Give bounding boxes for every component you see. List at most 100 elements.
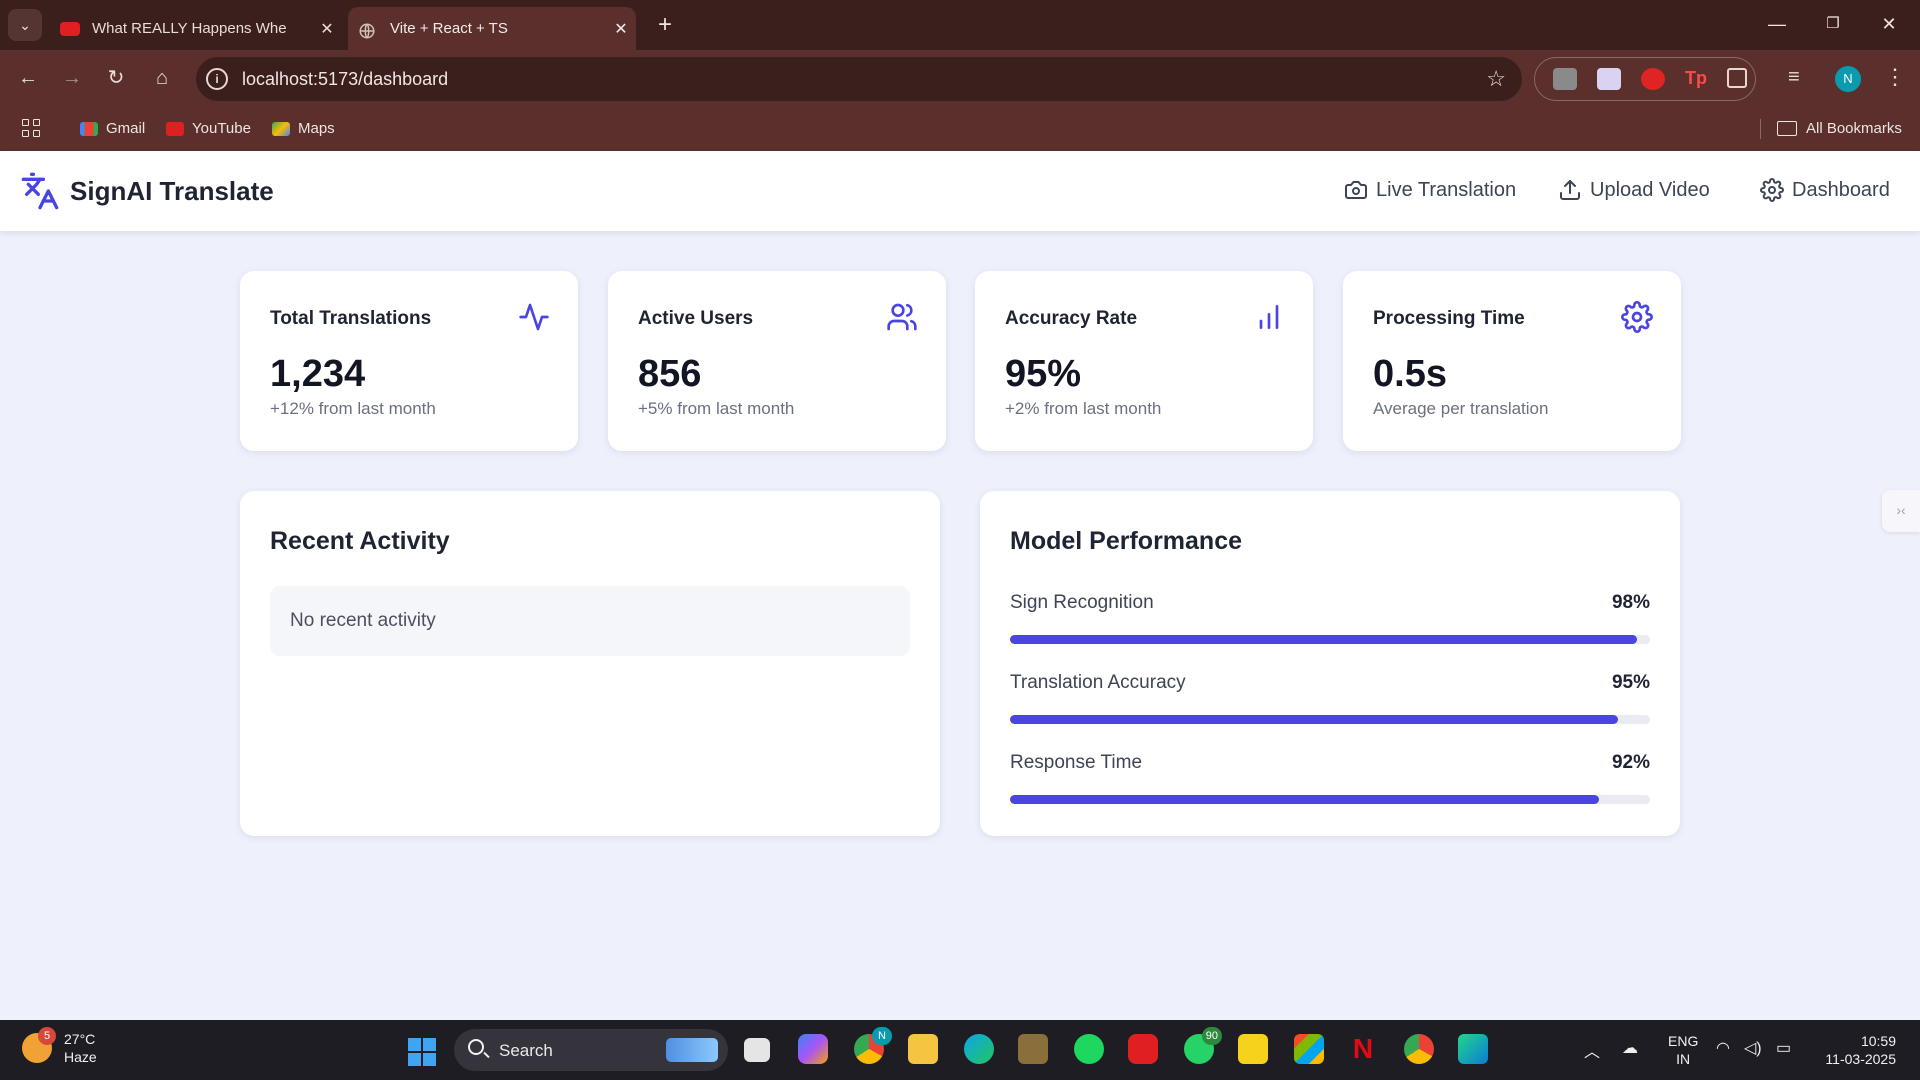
folder-icon (1777, 121, 1797, 136)
translate-icon (21, 172, 59, 210)
tab-vite-react[interactable]: Vite + React + TS ✕ (348, 7, 636, 50)
nav-live-translation[interactable]: Live Translation (1344, 178, 1516, 202)
app-header: SignAI Translate Live Translation Upload… (0, 151, 1920, 231)
metric-name: Sign Recognition (1010, 592, 1154, 613)
edge-icon[interactable] (964, 1034, 994, 1064)
language-indicator[interactable]: ENG IN (1668, 1032, 1698, 1068)
volume-icon[interactable]: ◁) (1744, 1038, 1762, 1058)
stat-card-accuracy-rate: Accuracy Rate 95% +2% from last month (975, 271, 1313, 451)
browser-menu-icon[interactable]: ⋮ (1884, 64, 1906, 90)
new-tab-button[interactable]: + (650, 9, 680, 41)
stat-value: 856 (638, 353, 702, 395)
sticky-notes-icon[interactable] (1238, 1034, 1268, 1064)
media-player-icon[interactable] (1018, 1034, 1048, 1064)
netflix-icon[interactable]: N (1348, 1034, 1378, 1064)
bookmark-label: Maps (298, 120, 335, 137)
tray-overflow-icon[interactable]: ︿ (1584, 1038, 1600, 1062)
task-view-icon[interactable] (744, 1038, 770, 1062)
tab-close-icon[interactable]: ✕ (312, 19, 342, 39)
copilot-icon[interactable] (798, 1034, 828, 1064)
tab-title: What REALLY Happens Whe (92, 20, 287, 37)
bookmark-gmail[interactable]: Gmail (80, 120, 145, 137)
nav-dashboard[interactable]: Dashboard (1760, 178, 1890, 202)
panel-title: Model Performance (1010, 527, 1243, 555)
stat-label: Active Users (638, 308, 754, 329)
clock-time: 10:59 (1860, 1033, 1896, 1049)
profile-avatar[interactable]: N (1835, 66, 1861, 92)
reload-button[interactable]: ↻ (100, 62, 132, 94)
model-performance-panel: Model Performance Sign Recognition 98% T… (980, 491, 1680, 836)
extensions-area: Tp (1534, 57, 1756, 101)
restore-button[interactable]: ❐ (1810, 8, 1856, 40)
stat-value: 1,234 (270, 353, 366, 395)
window-close-button[interactable]: ✕ (1866, 8, 1912, 40)
nav-label: Dashboard (1792, 178, 1890, 201)
extension-face-icon[interactable] (1597, 68, 1621, 90)
site-info-icon[interactable]: i (206, 68, 228, 90)
bookmark-star-icon[interactable]: ☆ (1486, 66, 1506, 92)
chrome-icon[interactable]: N (854, 1027, 892, 1064)
progress-fill (1010, 715, 1618, 724)
windows-start-icon[interactable] (408, 1038, 436, 1066)
nav-label: Live Translation (1376, 178, 1517, 201)
whatsapp-icon[interactable]: 90 (1184, 1027, 1222, 1064)
microsoft-store-icon[interactable] (1294, 1034, 1324, 1064)
stat-label: Total Translations (270, 308, 432, 329)
tab-title: Vite + React + TS (390, 20, 508, 37)
tab-search-button[interactable]: ⌄ (8, 9, 42, 41)
metric-value: 92% (1611, 752, 1650, 773)
minimize-button[interactable]: — (1754, 8, 1800, 40)
progress-track (1010, 795, 1650, 804)
pycharm-icon[interactable] (1458, 1034, 1488, 1064)
chrome-secondary-icon[interactable] (1404, 1034, 1434, 1064)
forward-button[interactable]: → (56, 62, 88, 94)
metric-name: Translation Accuracy (1010, 672, 1186, 693)
spotify-icon[interactable] (1074, 1034, 1104, 1064)
tab-youtube-video[interactable]: What REALLY Happens Whe ✕ (52, 7, 342, 50)
file-explorer-icon[interactable] (908, 1034, 938, 1064)
bookmark-youtube[interactable]: YouTube (166, 120, 251, 137)
metric-response-time: Response Time 92% (1010, 752, 1650, 822)
tab-close-icon[interactable]: ✕ (606, 19, 636, 39)
panel-title: Recent Activity (270, 527, 450, 555)
apps-grid-icon[interactable] (22, 119, 42, 139)
taskbar-search[interactable]: Search (454, 1029, 728, 1071)
nav-upload-video[interactable]: Upload Video (1558, 178, 1710, 202)
bookmark-maps[interactable]: Maps (272, 120, 335, 137)
battery-icon[interactable]: ▭ (1776, 1038, 1791, 1058)
metric-sign-recognition: Sign Recognition 98% (1010, 592, 1650, 662)
media-control-icon[interactable]: ≡ (1788, 66, 1800, 89)
extension-tp-icon[interactable]: Tp (1685, 68, 1709, 90)
extensions-puzzle-icon[interactable] (1727, 68, 1747, 88)
extension-hand-icon[interactable] (1641, 68, 1665, 90)
back-button[interactable]: ← (12, 62, 44, 94)
stat-label: Processing Time (1373, 308, 1525, 329)
wifi-icon[interactable]: ◠ (1716, 1038, 1730, 1058)
all-bookmarks-button[interactable]: All Bookmarks (1777, 120, 1902, 137)
whatsapp-badge: 90 (1201, 1027, 1222, 1045)
brand-logo-link[interactable]: SignAI Translate (20, 171, 274, 211)
system-clock[interactable]: 10:59 11-03-2025 (1812, 1032, 1896, 1068)
stat-change: +5% from last month (638, 399, 795, 418)
stat-value: 0.5s (1373, 353, 1447, 395)
brand-name: SignAI Translate (70, 175, 274, 206)
empty-state-text: No recent activity (290, 610, 436, 631)
home-button[interactable]: ⌂ (146, 62, 178, 94)
youtube-app-icon[interactable] (1128, 1034, 1158, 1064)
empty-state: No recent activity (270, 586, 910, 656)
progress-fill (1010, 795, 1599, 804)
stat-value: 95% (1005, 353, 1082, 395)
chrome-profile-badge: N (872, 1027, 892, 1045)
weather-widget[interactable]: 5 27°C Haze (22, 1027, 97, 1066)
extension-window-icon[interactable] (1553, 68, 1577, 90)
address-bar[interactable]: i localhost:5173/dashboard ☆ (196, 57, 1522, 101)
globe-favicon-icon (358, 22, 378, 38)
onedrive-icon[interactable]: ☁ (1622, 1038, 1638, 1058)
url-text: localhost:5173/dashboard (242, 69, 449, 89)
side-panel-toggle[interactable]: ›‹ (1882, 490, 1920, 532)
stat-change: +12% from last month (270, 399, 436, 418)
bookmark-label: Gmail (106, 120, 146, 137)
stat-card-total-translations: Total Translations 1,234 +12% from last … (240, 271, 578, 451)
bar-chart-icon (1259, 305, 1279, 329)
progress-fill (1010, 635, 1638, 644)
